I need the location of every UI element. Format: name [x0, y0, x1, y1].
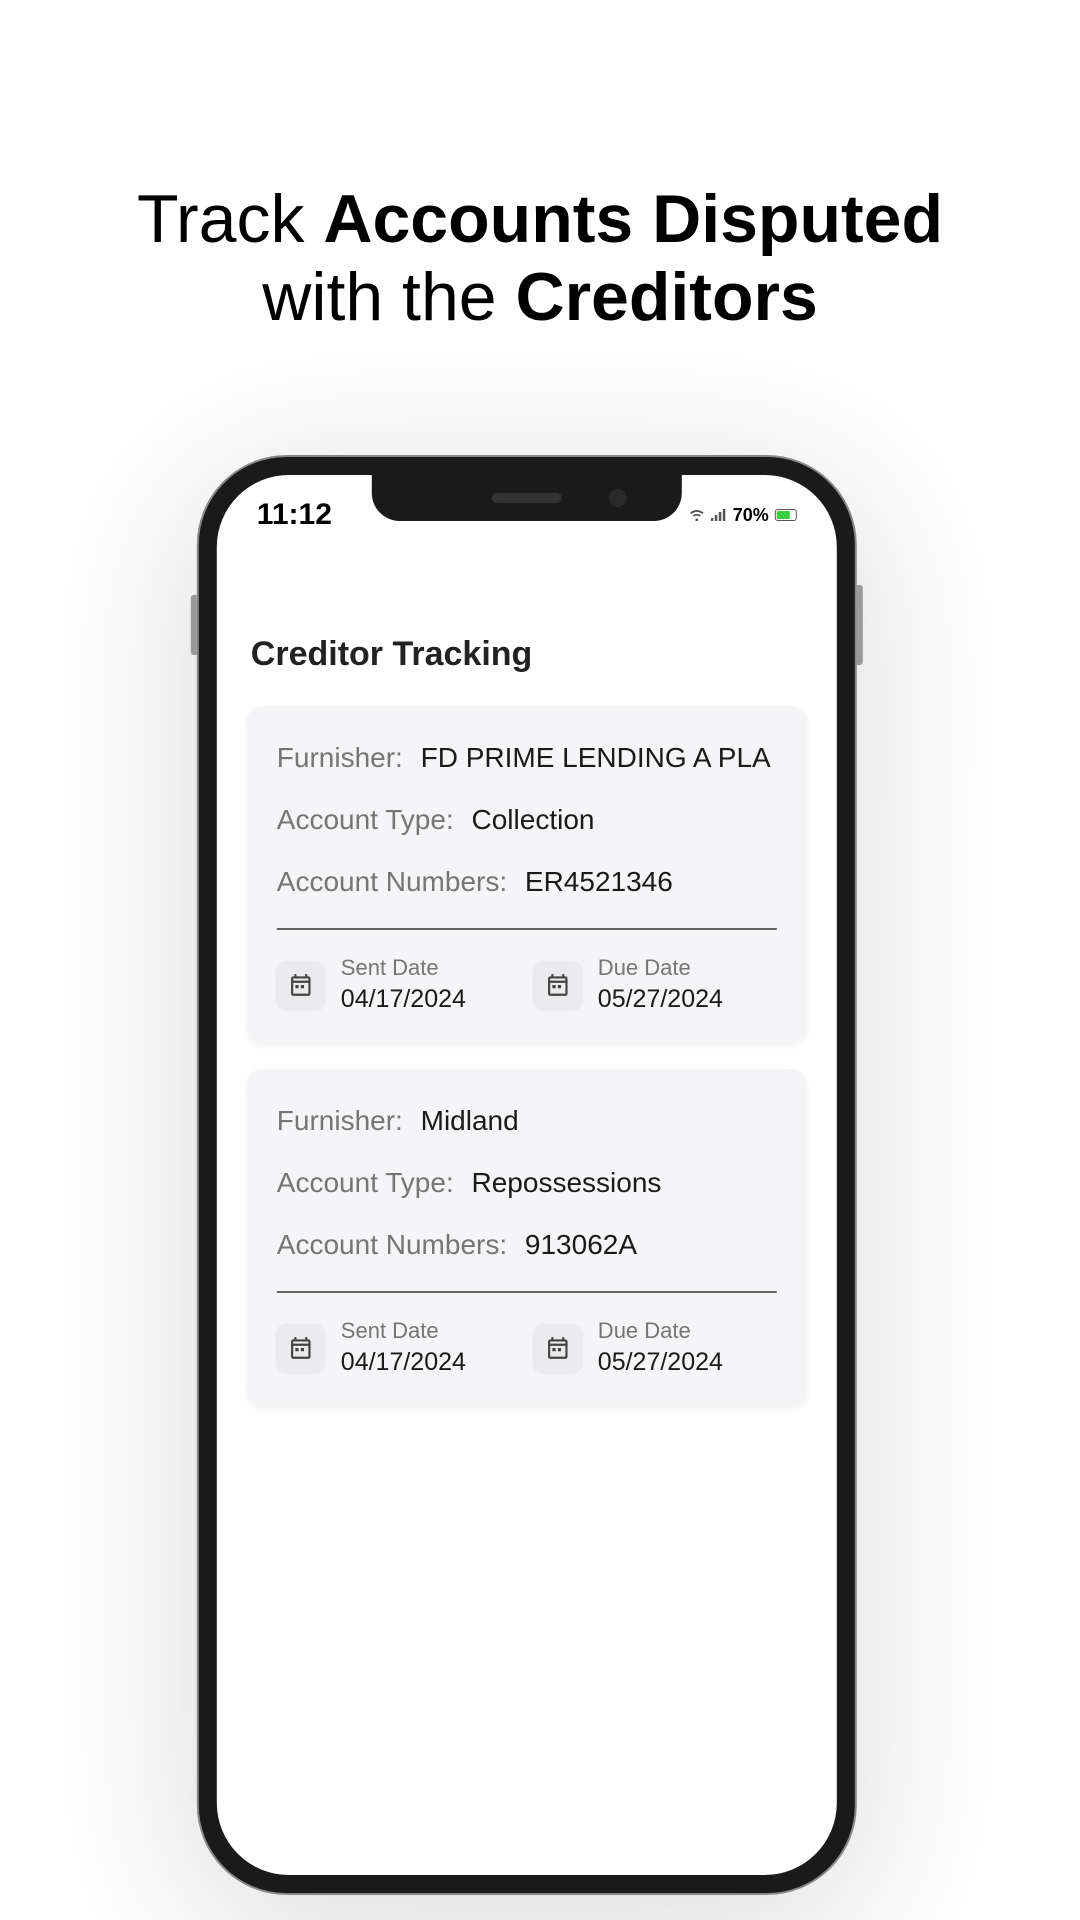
account-card[interactable]: Furnisher: FD PRIME LENDING A PLA Accoun…: [247, 706, 807, 1043]
calendar-icon: [534, 961, 582, 1009]
account-numbers-row: Account Numbers: 913062A: [277, 1229, 777, 1261]
account-numbers-label: Account Numbers:: [277, 1229, 507, 1260]
sent-date-label: Sent Date: [341, 954, 466, 983]
account-type-label: Account Type:: [277, 1167, 454, 1198]
phone-notch: [372, 475, 682, 521]
account-type-value: Repossessions: [472, 1167, 662, 1198]
battery-icon: [775, 509, 797, 521]
account-type-row: Account Type: Repossessions: [277, 1167, 777, 1199]
account-type-label: Account Type:: [277, 804, 454, 835]
sent-date-value: 04/17/2024: [341, 983, 466, 1016]
notch-speaker: [492, 493, 562, 503]
sent-date-block: Sent Date 04/17/2024: [277, 1317, 520, 1378]
headline-text-4: Creditors: [515, 259, 817, 335]
due-date-value: 05/27/2024: [598, 1346, 723, 1379]
status-time: 11:12: [257, 498, 332, 532]
signal-icon: [711, 505, 727, 526]
phone-side-button: [857, 585, 863, 665]
account-numbers-value: 913062A: [525, 1229, 637, 1260]
furnisher-label: Furnisher:: [277, 742, 403, 773]
sent-date-block: Sent Date 04/17/2024: [277, 954, 520, 1015]
account-type-row: Account Type: Collection: [277, 804, 777, 836]
battery-percent: 70%: [733, 505, 769, 526]
phone-mockup: 11:12 70% Creditor Tracking: [197, 455, 857, 1895]
headline-text-2: Accounts Disputed: [323, 181, 943, 257]
calendar-icon: [534, 1324, 582, 1372]
sent-date-label: Sent Date: [341, 1317, 466, 1346]
furnisher-label: Furnisher:: [277, 1105, 403, 1136]
due-date-value: 05/27/2024: [598, 983, 723, 1016]
phone-screen: 11:12 70% Creditor Tracking: [217, 475, 837, 1875]
wifi-icon: [689, 505, 705, 526]
furnisher-row: Furnisher: FD PRIME LENDING A PLA: [277, 742, 777, 774]
screen-content: Creditor Tracking Furnisher: FD PRIME LE…: [217, 535, 837, 1406]
account-numbers-row: Account Numbers: ER4521346: [277, 866, 777, 898]
headline-text-1: Track: [137, 181, 323, 257]
card-divider: [277, 1291, 777, 1293]
calendar-icon: [277, 961, 325, 1009]
notch-camera: [609, 489, 627, 507]
card-divider: [277, 928, 777, 930]
calendar-icon: [277, 1324, 325, 1372]
phone-frame: 11:12 70% Creditor Tracking: [197, 455, 857, 1895]
due-date-label: Due Date: [598, 954, 723, 983]
due-date-block: Due Date 05/27/2024: [534, 1317, 777, 1378]
dates-row: Sent Date 04/17/2024 Due Date 05/27/2024: [277, 1317, 777, 1378]
page-title: Creditor Tracking: [247, 635, 807, 674]
furnisher-row: Furnisher: Midland: [277, 1105, 777, 1137]
account-card[interactable]: Furnisher: Midland Account Type: Reposse…: [247, 1069, 807, 1406]
furnisher-value: Midland: [421, 1105, 519, 1136]
status-right: 70%: [689, 505, 797, 526]
account-type-value: Collection: [472, 804, 595, 835]
account-numbers-label: Account Numbers:: [277, 866, 507, 897]
furnisher-value: FD PRIME LENDING A PLA: [421, 742, 771, 773]
dates-row: Sent Date 04/17/2024 Due Date 05/27/2024: [277, 954, 777, 1015]
due-date-label: Due Date: [598, 1317, 723, 1346]
headline-text-3: with the: [262, 259, 515, 335]
marketing-headline: Track Accounts Disputed with the Credito…: [0, 0, 1080, 336]
due-date-block: Due Date 05/27/2024: [534, 954, 777, 1015]
account-numbers-value: ER4521346: [525, 866, 673, 897]
sent-date-value: 04/17/2024: [341, 1346, 466, 1379]
